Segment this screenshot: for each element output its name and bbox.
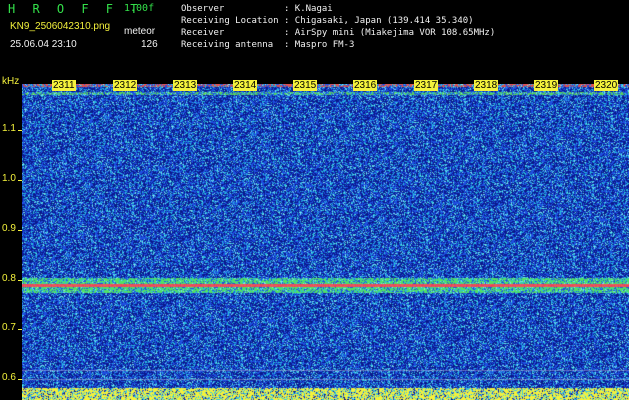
app-name: H R O F F T bbox=[8, 2, 143, 16]
x-tick-label: 2317 bbox=[414, 80, 439, 91]
y-tick-label: 0.9 bbox=[2, 223, 16, 234]
x-tick-label: 2311 bbox=[52, 80, 76, 91]
app-version: 1.00f bbox=[124, 3, 155, 14]
x-tick-label: 2314 bbox=[233, 80, 258, 91]
header-panel: H R O F F T 1.00f KN9_2506042310.png 25.… bbox=[0, 0, 629, 75]
x-tick-label: 2318 bbox=[474, 80, 499, 91]
x-tick-label: 2315 bbox=[293, 80, 318, 91]
x-tick-label: 2316 bbox=[353, 80, 378, 91]
antenna-line: Receiving antenna : Maspro FM-3 bbox=[181, 40, 355, 50]
spectrogram-waterfall bbox=[22, 84, 629, 400]
x-time-labels: 2311 2312 2313 2314 2315 2316 2317 2318 … bbox=[22, 80, 629, 92]
y-tick-label: 1.1 bbox=[2, 123, 16, 134]
y-axis-unit: kHz bbox=[2, 76, 20, 87]
location-line: Receiving Location : Chigasaki, Japan (1… bbox=[181, 16, 474, 26]
y-tick-label: 0.6 bbox=[2, 372, 16, 383]
x-tick-label: 2319 bbox=[534, 80, 559, 91]
x-tick-label: 2320 bbox=[594, 80, 619, 91]
meteor-count: 126 bbox=[141, 39, 158, 50]
receiver-line: Receiver : AirSpy mini (Miakejima VOR 10… bbox=[181, 28, 496, 38]
date-time: 25.06.04 23:10 bbox=[10, 39, 77, 50]
file-name: KN9_2506042310.png bbox=[10, 21, 111, 32]
x-tick-label: 2312 bbox=[113, 80, 138, 91]
y-tick-label: 0.7 bbox=[2, 322, 16, 333]
x-tick-label: 2313 bbox=[173, 80, 198, 91]
meteor-label: meteor bbox=[124, 26, 156, 37]
y-tick-label: 0.8 bbox=[2, 273, 16, 284]
y-tick-label: 1.0 bbox=[2, 173, 16, 184]
observer-line: Observer : K.Nagai bbox=[181, 4, 333, 14]
